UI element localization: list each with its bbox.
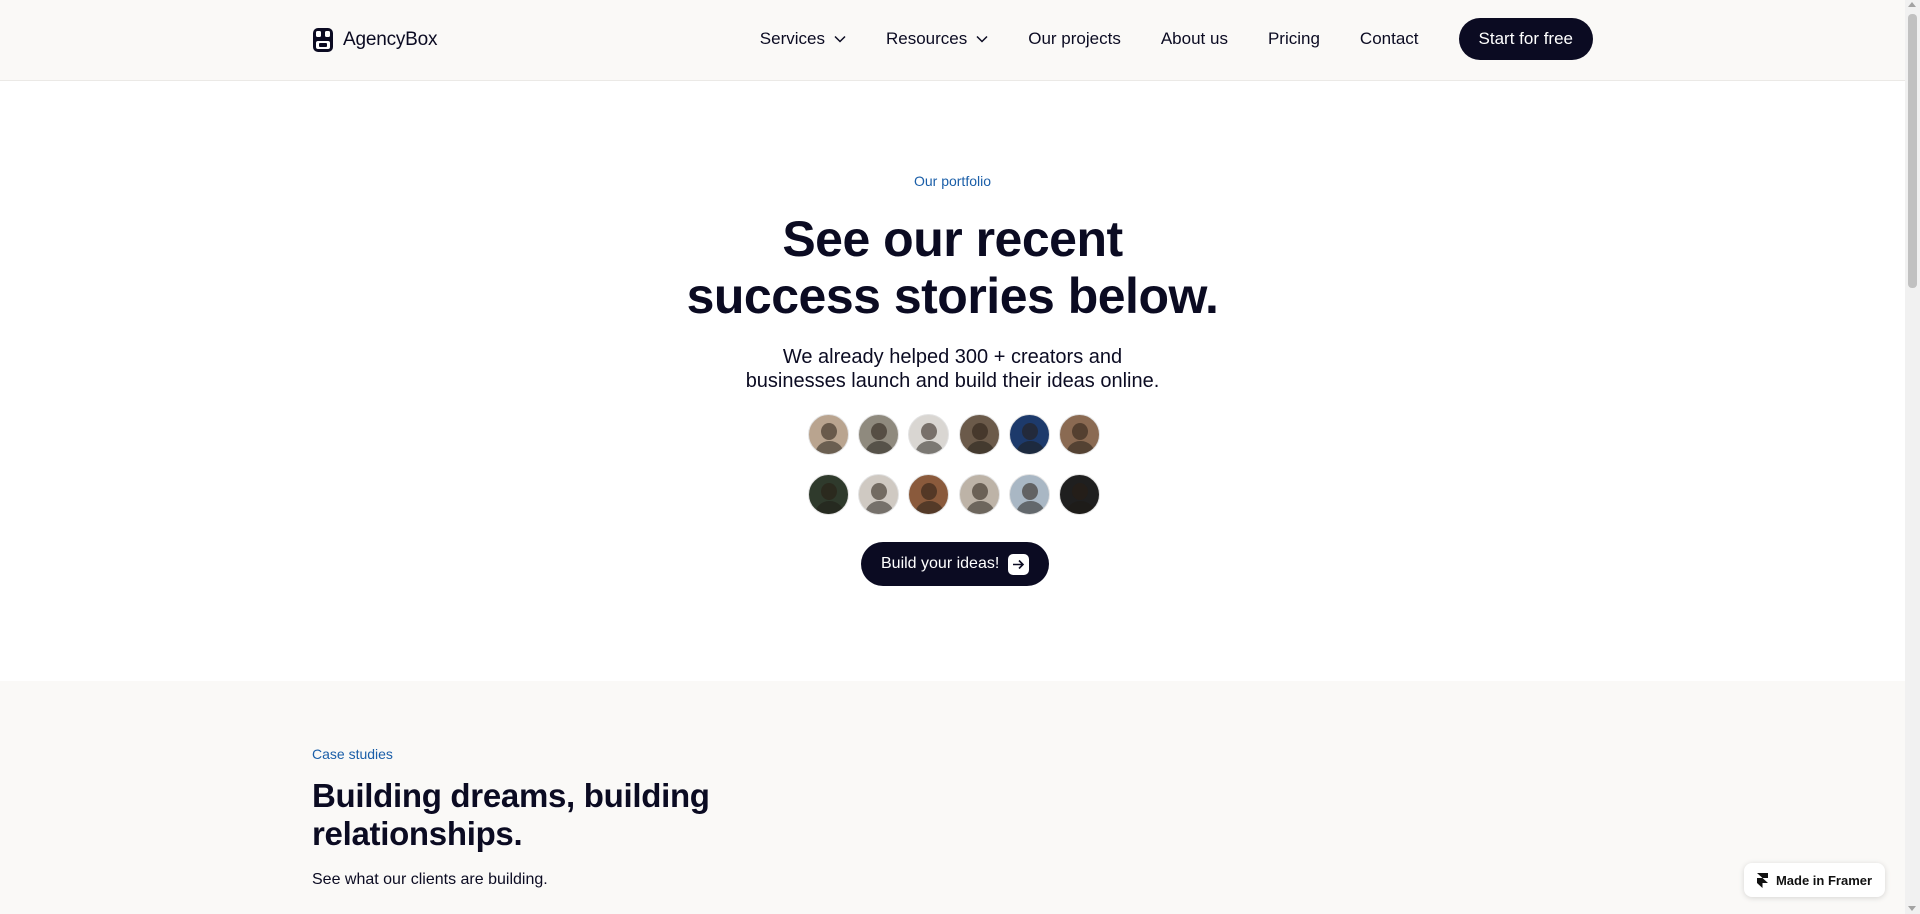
avatar (808, 414, 849, 455)
nav-services[interactable]: Services (760, 29, 846, 49)
build-your-ideas-button[interactable]: Build your ideas! (861, 542, 1050, 586)
hero-subtitle-line: businesses launch and build their ideas … (745, 370, 1160, 392)
framer-logo-icon (1756, 872, 1768, 888)
case-studies-section: Case studies Building dreams, building r… (0, 681, 1905, 914)
nav-resources[interactable]: Resources (886, 29, 988, 49)
hero-eyebrow: Our portfolio (913, 173, 992, 189)
hero-title-line: success stories below. (686, 268, 1219, 324)
badge-label: Made in Framer (1775, 872, 1873, 888)
nav-label: Services (759, 29, 825, 48)
portfolio-hero: Our portfolio See our recent success sto… (0, 81, 1905, 681)
avatar-row (808, 474, 1100, 515)
scroll-thumb[interactable] (1908, 14, 1917, 288)
cases-eyebrow: Case studies (312, 746, 393, 762)
nav-contact[interactable]: Contact (1360, 29, 1419, 49)
avatar (858, 414, 900, 455)
avatar (1058, 474, 1100, 515)
avatar (908, 414, 950, 455)
avatar (1008, 474, 1050, 515)
avatar (1008, 414, 1050, 455)
chevron-down-icon (976, 35, 988, 43)
avatar (808, 474, 849, 515)
brand-link[interactable]: AgencyBox (312, 27, 438, 53)
hero-subtitle: We already helped 300 + creators and bus… (0, 345, 1905, 393)
cases-title: Building dreams, building relationships. (312, 777, 710, 852)
nav-about-us[interactable]: About us (1161, 29, 1228, 49)
scroll-up-icon[interactable] (1908, 2, 1916, 7)
scroll-down-icon[interactable] (1908, 906, 1916, 911)
made-in-framer-badge[interactable]: Made in Framer (1744, 863, 1885, 897)
nav-label: Resources (885, 29, 968, 48)
arrow-right-icon (1008, 553, 1030, 575)
chevron-down-icon (834, 35, 846, 43)
button-label: Build your ideas! (881, 555, 1000, 572)
avatar (958, 474, 1000, 515)
start-for-free-button[interactable]: Start for free (1458, 18, 1593, 60)
main-nav: Services Resources Our projects About us… (760, 18, 1593, 60)
avatar-row (808, 414, 1100, 455)
brand-name: AgencyBox (343, 29, 438, 50)
hero-subtitle-line: We already helped 300 + creators and (782, 346, 1123, 368)
avatar (958, 414, 1000, 455)
hero-title: See our recent success stories below. (0, 211, 1905, 325)
avatar (858, 474, 900, 515)
nav-our-projects[interactable]: Our projects (1028, 29, 1121, 49)
avatar (908, 474, 950, 515)
avatar (1058, 414, 1100, 455)
cases-subtitle: See what our clients are building. (312, 871, 548, 888)
robot-logo-icon (313, 28, 333, 52)
hero-title-line: See our recent (782, 211, 1123, 267)
site-header: AgencyBox Services Resources Our project… (0, 0, 1905, 81)
nav-pricing[interactable]: Pricing (1268, 29, 1320, 49)
page-scrollbar[interactable] (1905, 0, 1920, 914)
